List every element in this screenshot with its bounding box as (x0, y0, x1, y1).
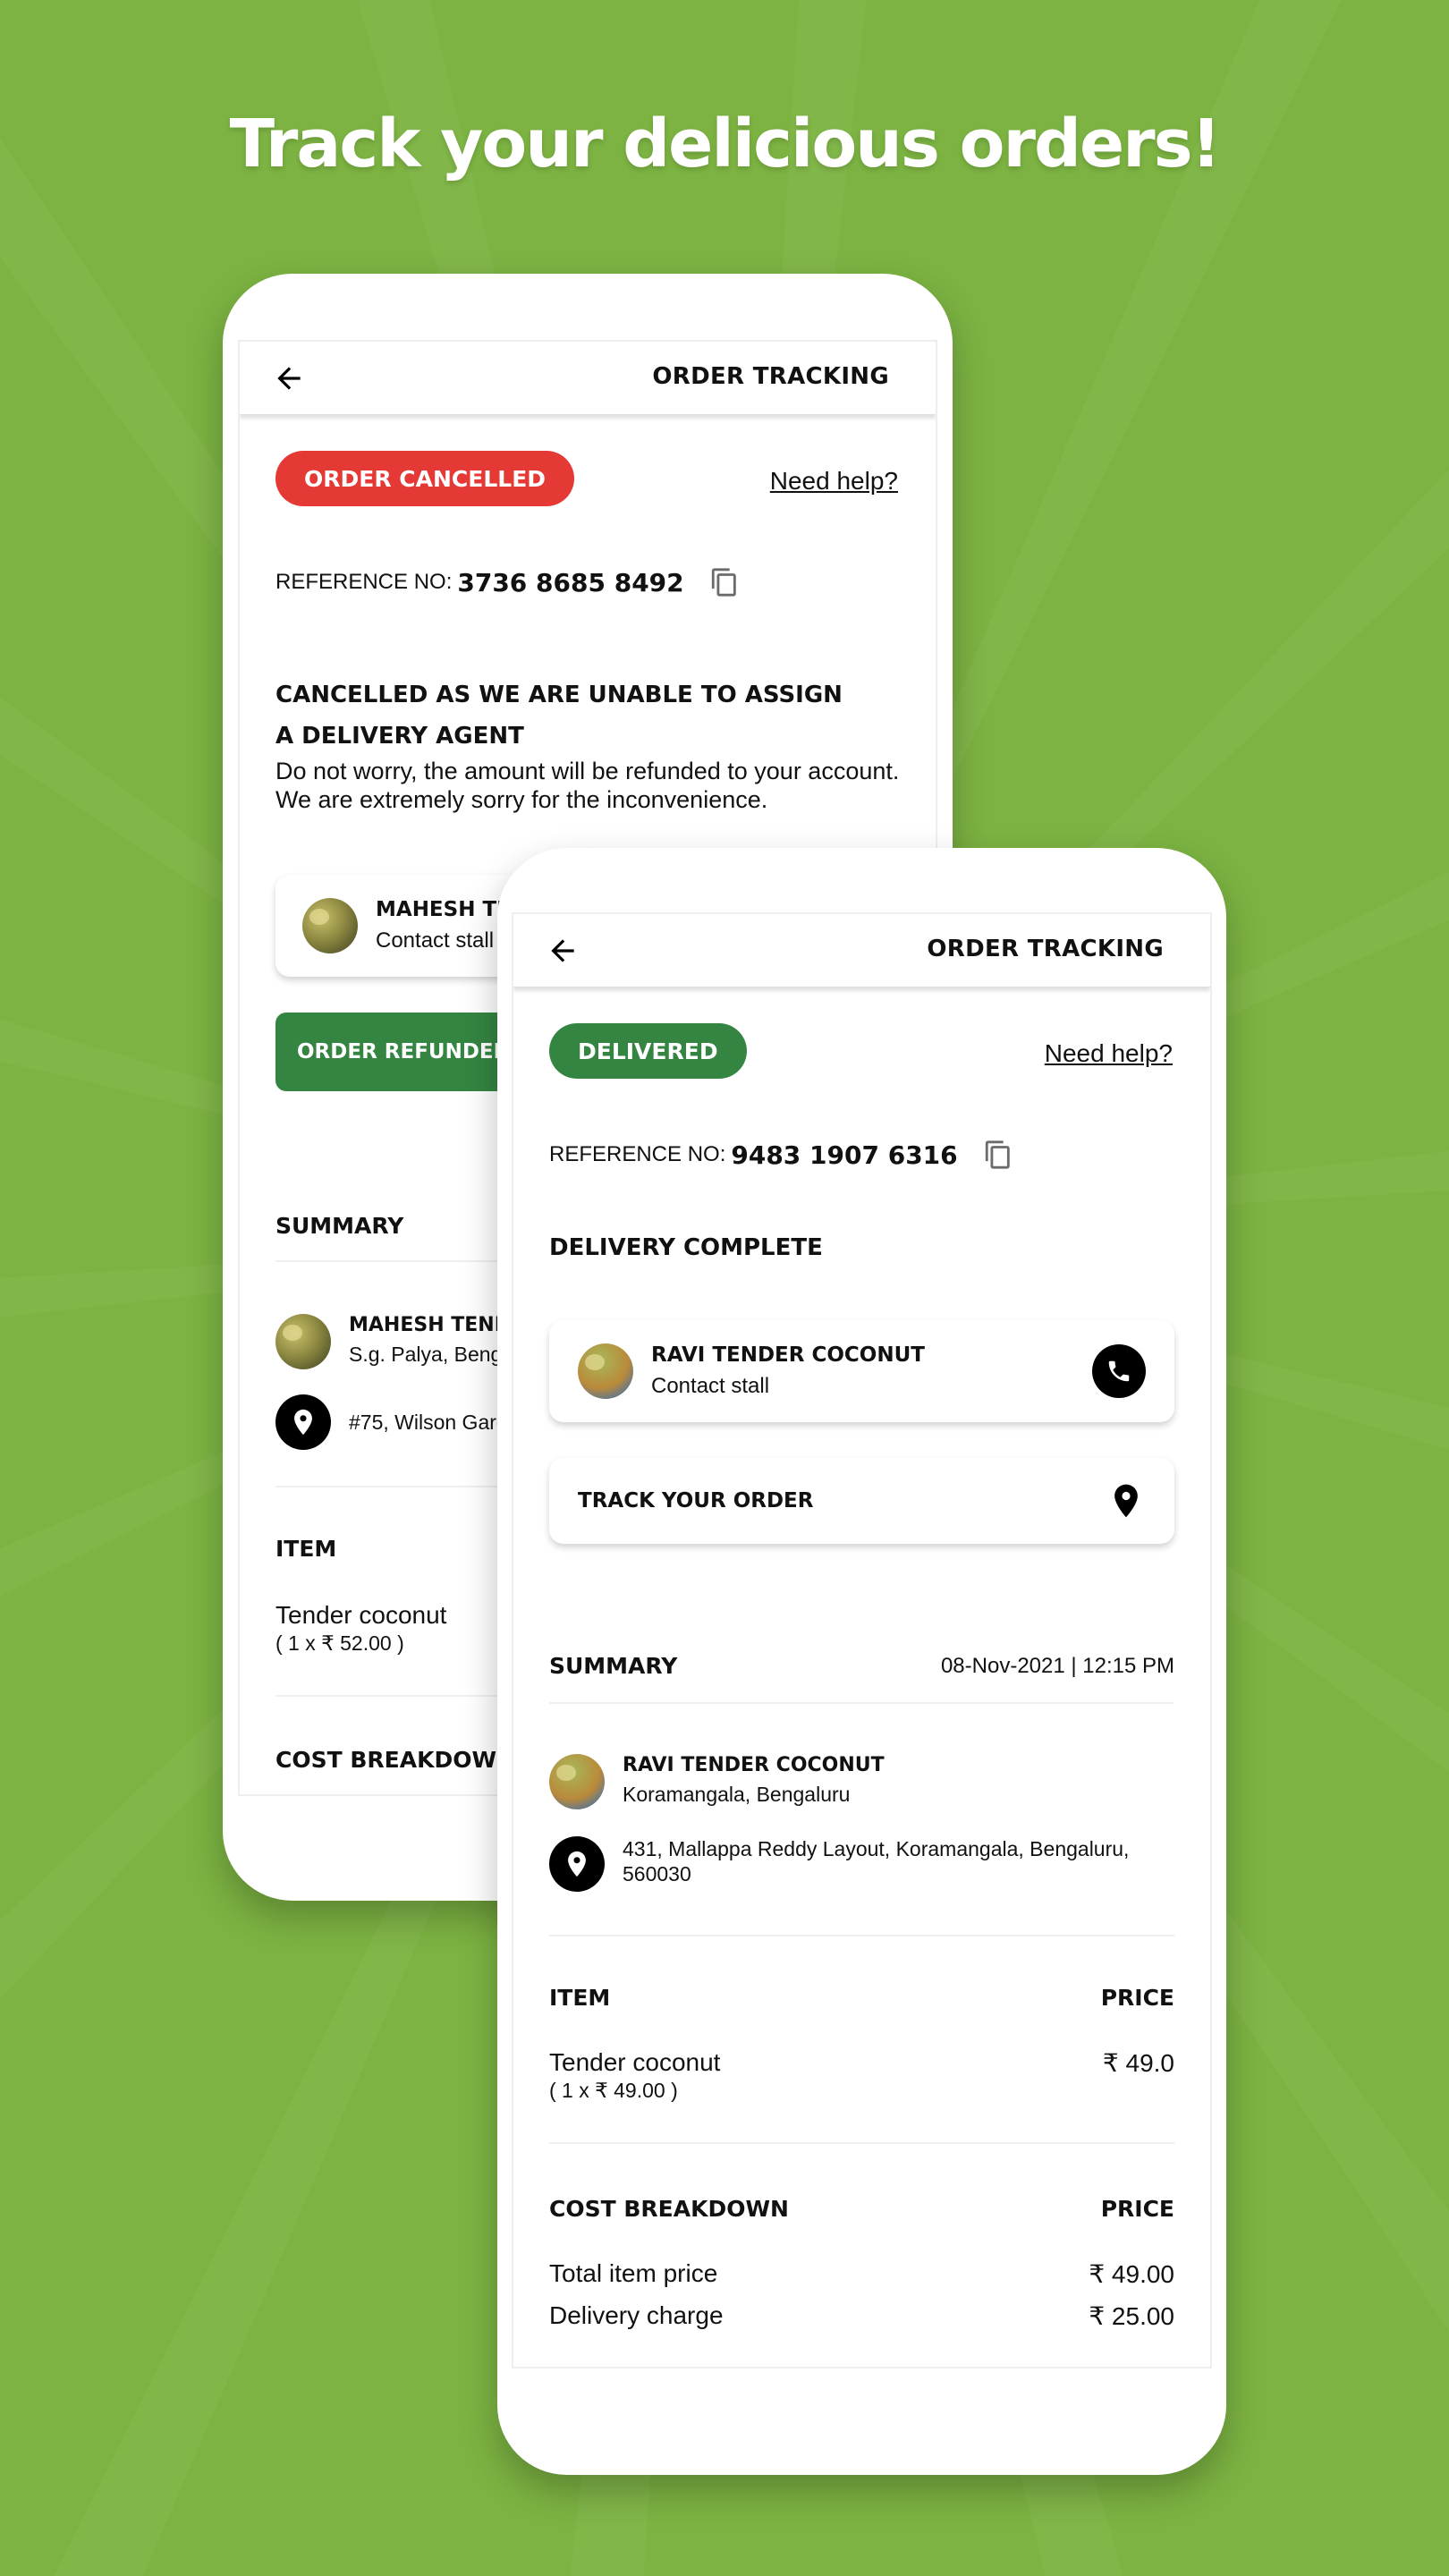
status-badge-cancelled: ORDER CANCELLED (275, 451, 575, 506)
divider (549, 1935, 1174, 1936)
app-bar: ORDER TRACKING (513, 914, 1210, 987)
item-quantity: ( 1 x ₹ 49.00 ) (549, 2079, 678, 2102)
order-datetime: 08-Nov-2021 | 12:15 PM (940, 1653, 1174, 1678)
stall-name: RAVI TENDER COCONUT (651, 1343, 925, 1367)
divider (549, 2142, 1174, 2144)
price-header: PRICE (1100, 1985, 1174, 2011)
arrow-left-icon[interactable] (546, 934, 580, 968)
need-help-link[interactable]: Need help? (770, 467, 898, 496)
track-order-label: TRACK YOUR ORDER (578, 1489, 814, 1513)
reference-number: 3736 8685 8492 (457, 567, 684, 597)
cost-row: Delivery charge ₹ 25.00 (549, 2301, 1174, 2331)
page-title: ORDER TRACKING (927, 936, 1164, 962)
reference-label: REFERENCE NO: (275, 570, 453, 594)
page-headline: Track your delicious orders! (229, 106, 1222, 182)
location-pin-icon (1114, 1484, 1138, 1518)
need-help-link[interactable]: Need help? (1045, 1039, 1173, 1068)
cancel-reason-body: Do not worry, the amount will be refunde… (275, 758, 900, 813)
item-row: Tender coconut ( 1 x ₹ 49.00 ) ₹ 49.0 (549, 2048, 1174, 2103)
phone-mockup-delivered: ORDER TRACKING DELIVERED Need help? REFE… (497, 848, 1226, 2475)
arrow-left-icon[interactable] (272, 361, 306, 395)
contact-stall-label: Contact stall (651, 1374, 770, 1398)
summary-title: SUMMARY (549, 1653, 678, 1679)
cost-label: Delivery charge (549, 2301, 724, 2329)
stall-avatar (275, 1314, 331, 1369)
delivery-address: 431, Mallappa Reddy Layout, Koramangala,… (623, 1837, 1130, 1885)
status-badge-delivered: DELIVERED (549, 1023, 747, 1079)
app-bar: ORDER TRACKING (240, 342, 936, 415)
stall-avatar (549, 1754, 605, 1809)
cost-value: ₹ 25.00 (1089, 2302, 1174, 2330)
phone-screen-delivered: ORDER TRACKING DELIVERED Need help? REFE… (512, 912, 1212, 2368)
location-pin-icon (549, 1836, 605, 1892)
reference-label: REFERENCE NO: (549, 1142, 726, 1166)
item-header: ITEM (275, 1536, 337, 1562)
phone-icon[interactable] (1092, 1344, 1146, 1398)
location-pin-icon (275, 1394, 331, 1450)
delivery-status-title: DELIVERY COMPLETE (549, 1234, 823, 1261)
stall-avatar (302, 898, 358, 953)
copy-icon[interactable] (709, 567, 740, 597)
cost-breakdown-header: COST BREAKDOWN (549, 2196, 789, 2222)
contact-stall-card[interactable]: RAVI TENDER COCONUT Contact stall (549, 1320, 1174, 1422)
track-order-card[interactable]: TRACK YOUR ORDER (549, 1458, 1174, 1544)
cost-breakdown-header: COST BREAKDOWN (275, 1747, 515, 1773)
cost-value: ₹ 49.00 (1089, 2260, 1174, 2288)
summary-stall-name: RAVI TENDER COCONUT (623, 1754, 885, 1776)
cost-row: Total item price ₹ 49.00 (549, 2259, 1174, 2289)
item-name: Tender coconut (549, 2048, 721, 2076)
summary-stall-location: Koramangala, Bengaluru (623, 1783, 851, 1806)
page-title: ORDER TRACKING (652, 363, 889, 390)
stall-avatar (578, 1343, 633, 1399)
cancel-reason-title: CANCELLED AS WE ARE UNABLE TO ASSIGN A D… (275, 682, 843, 750)
item-price: ₹ 49.0 (1102, 2049, 1174, 2077)
price-header: PRICE (1100, 2196, 1174, 2222)
divider (549, 1702, 1174, 1704)
item-header: ITEM (549, 1985, 611, 2011)
reference-number: 9483 1907 6316 (731, 1140, 958, 1170)
summary-title: SUMMARY (275, 1213, 404, 1239)
cost-label: Total item price (549, 2259, 718, 2287)
copy-icon[interactable] (983, 1140, 1013, 1170)
